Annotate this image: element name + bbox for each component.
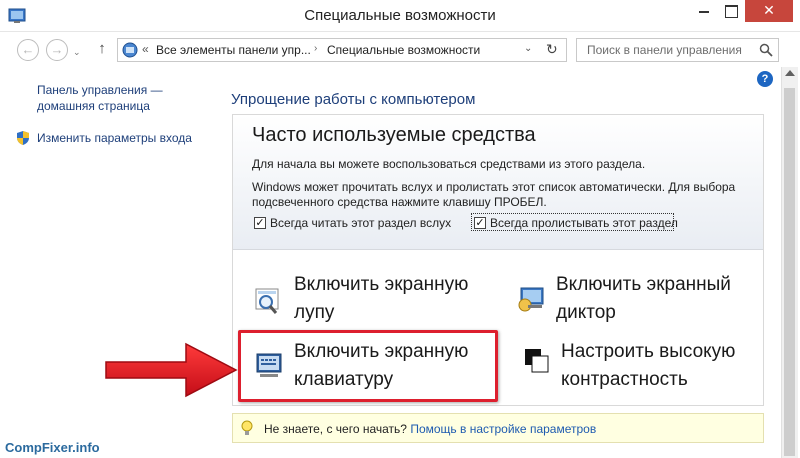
magnifier-icon[interactable] bbox=[254, 287, 284, 317]
tool-contrast-line2[interactable]: контрастность bbox=[561, 366, 735, 394]
back-button[interactable]: ← bbox=[17, 39, 39, 61]
setup-help-link[interactable]: Помощь в настройке параметров bbox=[410, 422, 596, 436]
breadcrumb-arrow-icon[interactable]: › bbox=[314, 43, 317, 54]
scroll-up-arrow-icon[interactable] bbox=[785, 70, 795, 76]
lightbulb-icon bbox=[241, 420, 253, 435]
breadcrumb-accessibility[interactable]: Специальные возможности bbox=[327, 43, 480, 57]
highlight-frame bbox=[238, 330, 498, 402]
search-input[interactable]: Поиск в панели управления bbox=[576, 38, 779, 62]
red-arrow-icon bbox=[105, 342, 238, 398]
tool-magnifier-link[interactable]: Включить экранную лупу bbox=[294, 271, 468, 327]
high-contrast-icon[interactable] bbox=[522, 346, 552, 376]
search-icon[interactable] bbox=[759, 43, 773, 57]
window-title: Специальные возможности bbox=[304, 7, 496, 24]
tool-magnifier-line1[interactable]: Включить экранную bbox=[294, 271, 468, 299]
refresh-icon[interactable]: ↻ bbox=[546, 41, 558, 58]
watermark: CompFixer.info bbox=[5, 440, 100, 455]
tool-narrator-line2[interactable]: диктор bbox=[556, 299, 731, 327]
read-aloud-label[interactable]: Всегда читать этот раздел вслух bbox=[270, 216, 451, 230]
sidebar-item-login-settings[interactable]: Изменить параметры входа bbox=[37, 131, 192, 145]
tool-narrator-line1[interactable]: Включить экранный bbox=[556, 271, 731, 299]
help-icon[interactable]: ? bbox=[757, 71, 773, 87]
breadcrumb-all-items[interactable]: Все элементы панели упр... bbox=[156, 43, 311, 57]
navigation-bar: ← → ⌄ ↑ « Все элементы панели упр... › С… bbox=[0, 33, 800, 65]
recent-pages-chevron-icon[interactable]: ⌄ bbox=[73, 47, 81, 58]
auto-scan-checkbox[interactable]: ✓ bbox=[474, 217, 486, 229]
scrollbar-thumb[interactable] bbox=[784, 88, 795, 456]
maximize-button[interactable] bbox=[718, 0, 744, 22]
tip-question: Не знаете, с чего начать? bbox=[264, 422, 407, 436]
forward-button[interactable]: → bbox=[46, 39, 68, 61]
sidebar-home-link[interactable]: Панель управления — домашняя страница bbox=[37, 82, 163, 114]
tool-contrast-line1[interactable]: Настроить высокую bbox=[561, 338, 735, 366]
address-dropdown-icon[interactable]: ⌄ bbox=[524, 43, 532, 54]
minimize-button[interactable] bbox=[690, 0, 718, 22]
tool-magnifier-line2[interactable]: лупу bbox=[294, 299, 468, 327]
up-button[interactable]: ↑ bbox=[94, 39, 110, 59]
control-panel-icon bbox=[122, 42, 138, 58]
sidebar-home-line2[interactable]: домашняя страница bbox=[37, 98, 163, 114]
section-description: Для начала вы можете воспользоваться сре… bbox=[252, 157, 646, 171]
tool-high-contrast-link[interactable]: Настроить высокую контрастность bbox=[561, 338, 735, 394]
narrator-icon[interactable] bbox=[516, 285, 546, 315]
close-button[interactable]: ✕ bbox=[745, 0, 793, 22]
section-instructions: Windows может прочитать вслух и пролиста… bbox=[252, 180, 736, 209]
address-overflow[interactable]: « bbox=[142, 42, 149, 56]
tip-text: Не знаете, с чего начать? Помощь в настр… bbox=[264, 422, 596, 436]
section-title: Часто используемые средства bbox=[252, 124, 536, 146]
tool-narrator-link[interactable]: Включить экранный диктор bbox=[556, 271, 731, 327]
sidebar-home-line1[interactable]: Панель управления — bbox=[37, 82, 163, 98]
address-bar[interactable]: « Все элементы панели упр... › Специальн… bbox=[117, 38, 567, 62]
read-aloud-checkbox[interactable]: ✓ bbox=[254, 217, 266, 229]
page-title: Упрощение работы с компьютером bbox=[231, 91, 476, 108]
shield-icon bbox=[17, 131, 29, 145]
auto-scan-label[interactable]: Всегда пролистывать этот раздел bbox=[490, 216, 678, 230]
search-placeholder: Поиск в панели управления bbox=[587, 43, 742, 57]
